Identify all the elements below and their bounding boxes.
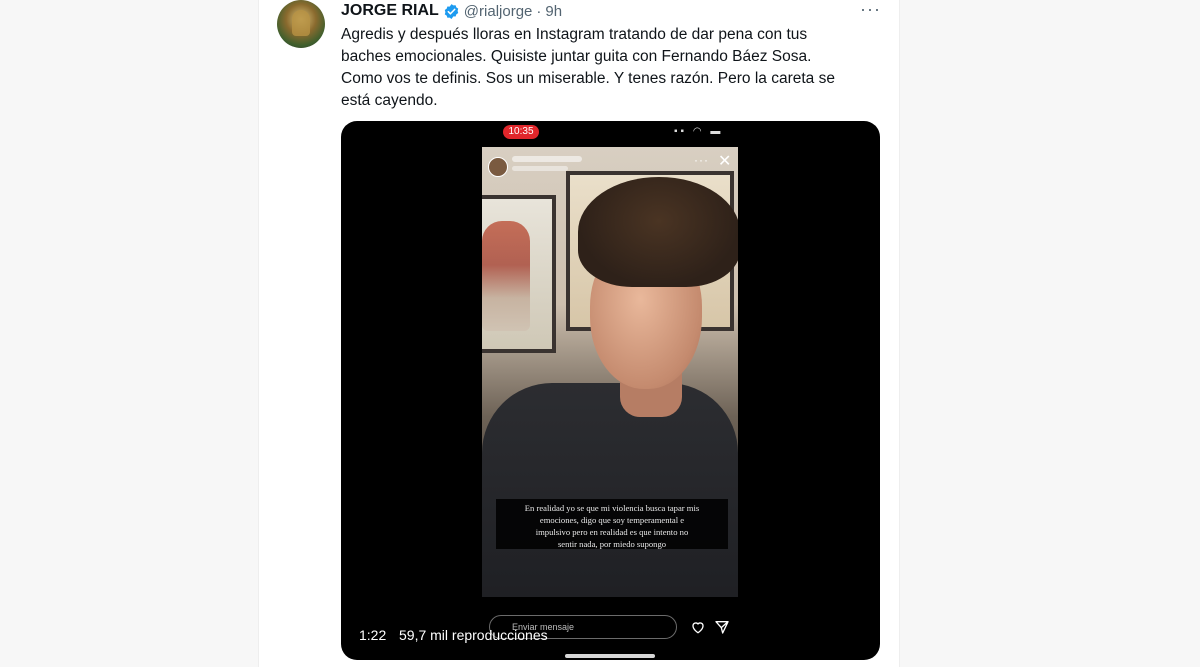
tweet-header: JORGE RIAL @rialjorge · 9h [341, 0, 562, 22]
story-more-icon: ··· [694, 153, 709, 167]
video-duration: 1:22 [359, 627, 387, 643]
phone-status-bar: 10:35 ▪▪ ◠ ▬ [341, 121, 880, 143]
signal-wifi-battery-icon: ▪▪ ◠ ▬ [674, 126, 724, 137]
separator: · [536, 2, 542, 20]
person-hair [578, 177, 738, 287]
person-shirt [482, 383, 738, 597]
story-caption: En realidad yo se que mi violencia busca… [496, 499, 728, 549]
story-subtitle-blur [512, 166, 568, 171]
caption-line: sentir nada, por miedo supongo [557, 539, 667, 549]
page-background-left [0, 0, 258, 667]
caption-line: emociones, digo que soy temperamental e [539, 515, 685, 525]
display-name[interactable]: JORGE RIAL [341, 2, 439, 20]
tweet-card[interactable]: JORGE RIAL @rialjorge · 9h ··· Agredis y… [258, 0, 900, 667]
avatar[interactable] [277, 0, 325, 48]
phone-time: 10:35 [503, 125, 539, 139]
tweet-text-line: baches emocionales. Quisiste juntar guit… [341, 48, 812, 65]
tweet-text-line: Agredis y después lloras en Instagram tr… [341, 26, 808, 43]
timestamp[interactable]: 9h [545, 3, 562, 20]
verified-badge-icon [444, 3, 459, 19]
instagram-story-frame: ··· ✕ En realidad yo se que mi violencia… [482, 147, 738, 597]
tweet-text-line: Como vos te definis. Sos un miserable. Y… [341, 70, 835, 87]
more-horizontal-icon[interactable]: ··· [860, 0, 881, 18]
wall-painting-left [482, 195, 556, 353]
tweet-text-line: está cayendo. [341, 92, 438, 109]
video-player[interactable]: 10:35 ▪▪ ◠ ▬ ··· ✕ En realidad yo se que… [341, 121, 880, 660]
home-indicator [565, 654, 655, 658]
story-avatar [488, 157, 508, 177]
send-icon [715, 621, 729, 634]
view-count: 59,7 mil reproducciones [399, 627, 548, 643]
heart-icon [692, 622, 704, 634]
close-icon: ✕ [718, 153, 732, 170]
caption-line: impulsivo pero en realidad es que intent… [535, 527, 689, 537]
caption-line: En realidad yo se que mi violencia busca… [524, 503, 700, 513]
handle[interactable]: @rialjorge [464, 3, 533, 20]
tweet-text: Agredis y después lloras en Instagram tr… [341, 24, 881, 112]
page-background-right [898, 0, 1200, 667]
story-username-blur [512, 156, 582, 162]
